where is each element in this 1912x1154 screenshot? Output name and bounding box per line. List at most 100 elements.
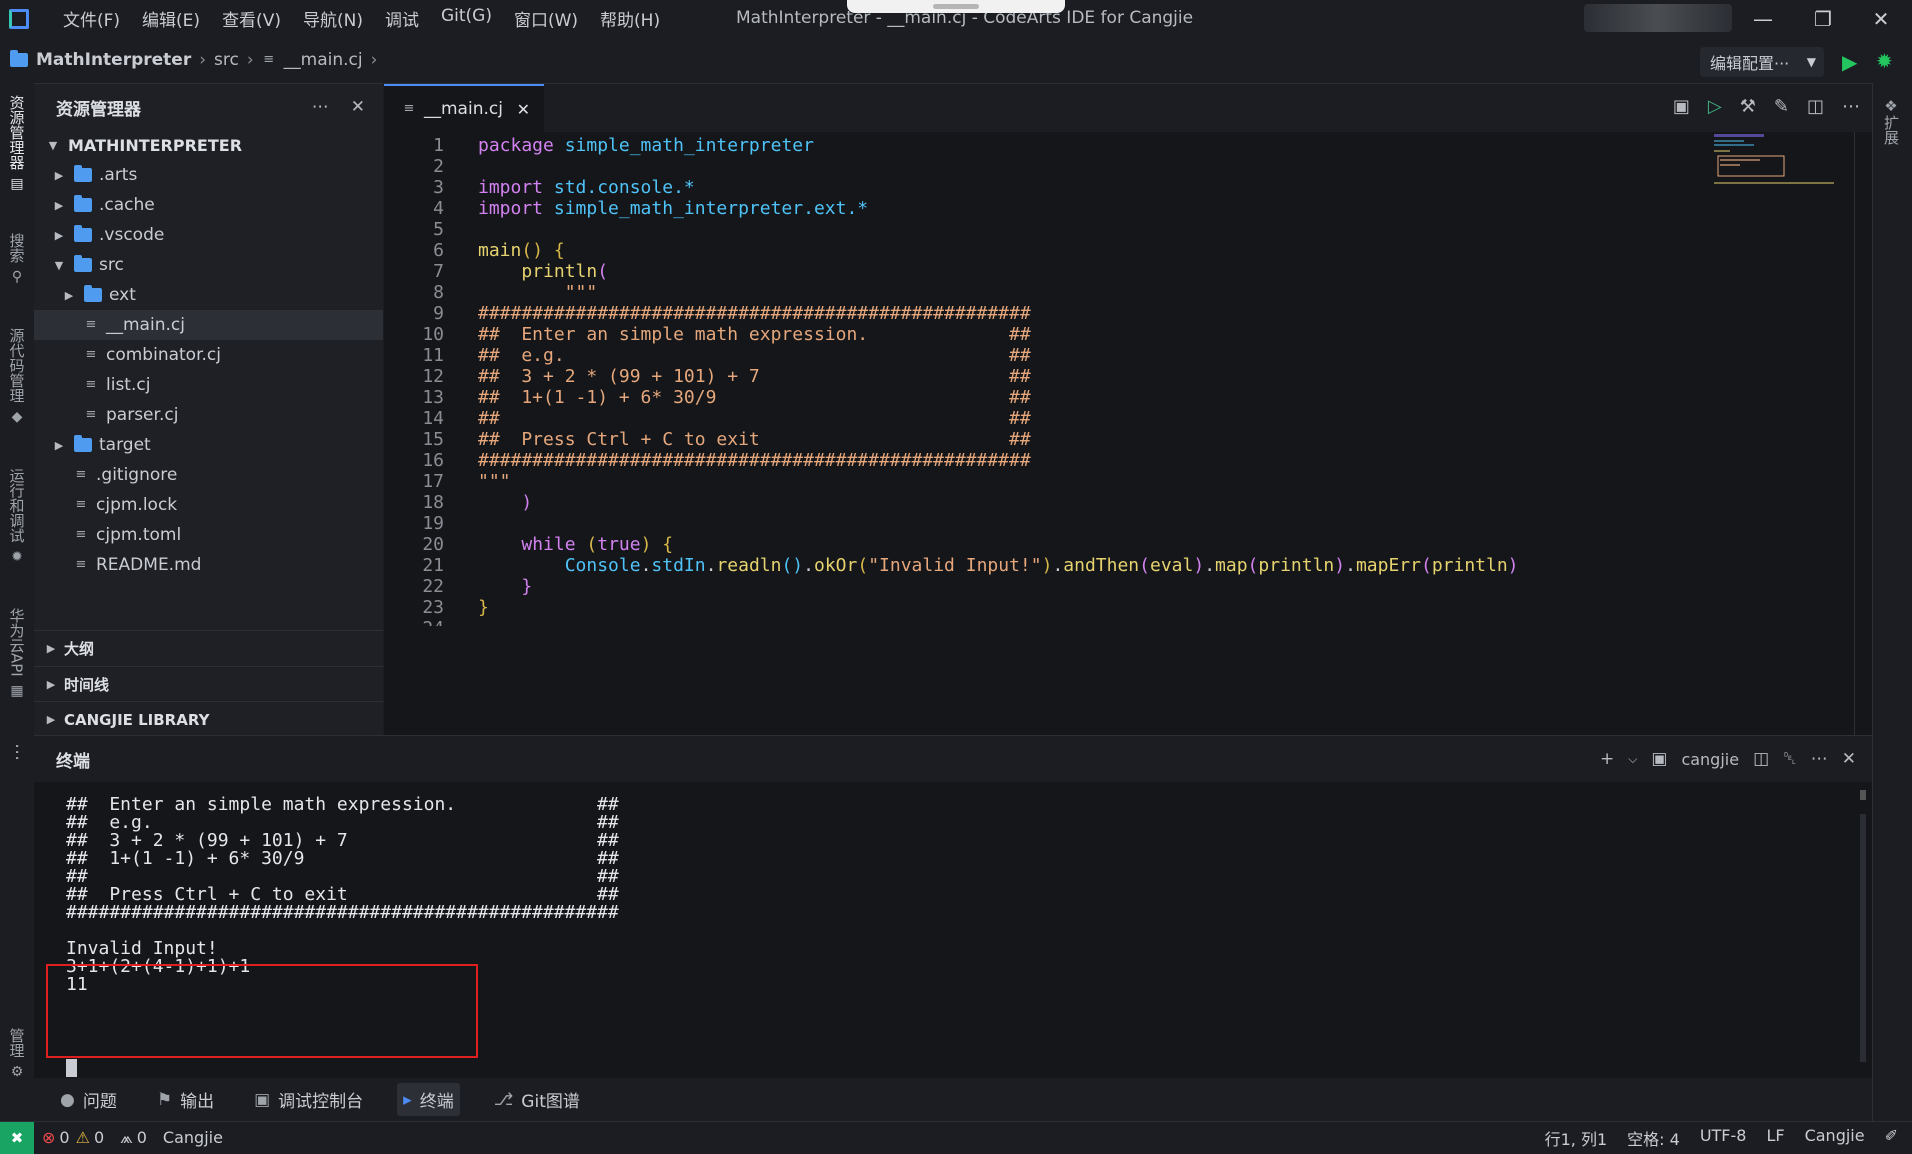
section-cangjie-library[interactable]: ▶ CANGJIE LIBRARY xyxy=(34,701,383,737)
section-timeline[interactable]: ▶ 时间线 xyxy=(34,666,383,702)
gear-icon: ⚙ xyxy=(10,1064,24,1080)
tree-folder[interactable]: ▶ .vscode xyxy=(34,220,383,250)
tree-file[interactable]: ≡ cjpm.lock xyxy=(34,490,383,520)
menu-item[interactable]: 调试 xyxy=(374,6,430,31)
build-icon[interactable]: ⚒ xyxy=(1740,96,1756,117)
more-actions-icon[interactable]: ⋯ xyxy=(312,97,329,117)
status-language-left[interactable]: Cangjie xyxy=(163,1128,223,1147)
tree-file[interactable]: ≡ parser.cj xyxy=(34,400,383,430)
project-folder-icon xyxy=(10,50,28,67)
activity-scm[interactable]: 源代码管理 ◆ xyxy=(4,328,30,425)
restore-button[interactable]: ❐ xyxy=(1792,0,1854,37)
encoding[interactable]: UTF-8 xyxy=(1700,1126,1747,1150)
more-actions-icon[interactable]: ⋯ xyxy=(1842,96,1860,117)
tree-folder[interactable]: ▶ target xyxy=(34,430,383,460)
tree-item-label: list.cj xyxy=(106,375,151,395)
code-token: . xyxy=(803,555,814,576)
close-window-button[interactable]: ✕ xyxy=(1850,0,1912,37)
panel-tab[interactable]: ⎇ Git图谱 xyxy=(488,1083,586,1116)
panel-tab[interactable]: ▣ 调试控制台 xyxy=(248,1083,369,1116)
extensions-tab[interactable]: ❖扩展 xyxy=(1881,97,1902,145)
more-actions-icon[interactable]: ⋯ xyxy=(1811,749,1828,769)
tree-folder[interactable]: ▶ .arts xyxy=(34,160,383,190)
tree-file[interactable]: ≡ cjpm.toml xyxy=(34,520,383,550)
panel-tab-label: 输出 xyxy=(180,1092,215,1112)
ports-count[interactable]: 0 xyxy=(137,1128,147,1147)
activity-explorer[interactable]: 资源管理器 ▤ xyxy=(4,95,30,192)
close-tab-icon[interactable]: ✕ xyxy=(517,100,530,119)
menu-item[interactable]: 帮助(H) xyxy=(589,6,671,31)
tree-file[interactable]: ≡ list.cj xyxy=(34,370,383,400)
code-text: ) xyxy=(478,492,532,513)
code-token: main xyxy=(478,240,522,261)
panel-tab[interactable]: ● 问题 xyxy=(54,1083,123,1116)
top-handle[interactable] xyxy=(847,0,1065,13)
menu-item[interactable]: 文件(F) xyxy=(52,6,131,31)
end-of-line[interactable]: LF xyxy=(1766,1126,1784,1150)
split-terminal-icon[interactable]: ◫ xyxy=(1753,749,1769,769)
tree-root[interactable]: ▼ MATHINTERPRETER xyxy=(34,130,383,160)
activity-run-debug[interactable]: 运行和调试 ✹ xyxy=(4,468,30,565)
terminal-icon: ▸ xyxy=(403,1089,412,1110)
tree-file[interactable]: ≡ __main.cj xyxy=(34,310,383,340)
cursor-position[interactable]: 行1, 列1 xyxy=(1545,1126,1608,1150)
activity-manage[interactable]: 管理 ⚙ xyxy=(4,1028,30,1080)
menu-item[interactable]: Git(G) xyxy=(430,6,503,31)
menu-item[interactable]: 编辑(E) xyxy=(131,6,211,31)
activity-huawei-api[interactable]: 华为云API ▦ xyxy=(4,608,30,699)
app-logo-icon xyxy=(0,0,38,37)
run-config-select[interactable]: 编辑配置··· ▼ xyxy=(1700,47,1824,77)
tree-file[interactable]: ≡ combinator.cj xyxy=(34,340,383,370)
tree-file[interactable]: ≡ README.md xyxy=(34,550,383,580)
edit-icon[interactable]: ✎ xyxy=(1774,96,1789,117)
panel-tab[interactable]: ▸ 终端 xyxy=(397,1083,460,1116)
notifications-icon[interactable]: ✐ xyxy=(1885,1126,1898,1150)
error-count[interactable]: 0 xyxy=(59,1128,69,1147)
editor-scrollbar[interactable] xyxy=(1854,132,1872,736)
account-area[interactable] xyxy=(1584,4,1732,32)
tree-file[interactable]: ≡ .gitignore xyxy=(34,460,383,490)
title-bar: 文件(F) 编辑(E) 查看(V) 导航(N) 调试 Git(G) 窗口(W) 帮助(H) M… xyxy=(0,0,1912,37)
minimize-button[interactable]: — xyxy=(1732,0,1794,37)
code-text: println( xyxy=(478,261,608,282)
split-editor-icon[interactable]: ◫ xyxy=(1807,96,1824,117)
terminal-scrollbar[interactable] xyxy=(1860,790,1866,1075)
folder-icon xyxy=(74,255,92,272)
preview-icon[interactable]: ▣ xyxy=(1673,96,1690,117)
run-file-icon[interactable]: ▷ xyxy=(1708,96,1722,117)
error-icon: ⊗ xyxy=(42,1128,56,1147)
trash-icon[interactable]: ␡ xyxy=(1783,749,1797,769)
close-icon[interactable]: ✕ xyxy=(351,97,365,117)
warning-count[interactable]: 0 xyxy=(94,1128,104,1147)
tab-main-cj[interactable]: ≡ __main.cj ✕ xyxy=(384,84,544,132)
minimap[interactable] xyxy=(1714,134,1834,204)
more-icon[interactable]: ⋯ xyxy=(4,743,30,761)
run-icon[interactable]: ▶ xyxy=(1842,50,1857,74)
close-panel-icon[interactable]: ✕ xyxy=(1842,749,1856,769)
breadcrumb-project[interactable]: MathInterpreter xyxy=(36,50,191,70)
section-outline[interactable]: ▶ 大纲 xyxy=(34,630,383,666)
code-token: package xyxy=(478,135,565,156)
code-area[interactable]: 1 package simple_math_interpreter 2 3 import… xyxy=(384,132,1872,736)
terminal-profile[interactable]: cangjie xyxy=(1681,750,1739,769)
breadcrumb-folder[interactable]: src xyxy=(214,50,239,70)
tree-folder[interactable]: ▼ src xyxy=(34,250,383,280)
tree-folder[interactable]: ▶ ext xyxy=(34,280,383,310)
menu-item[interactable]: 导航(N) xyxy=(292,6,374,31)
debug-icon[interactable]: ✹ xyxy=(1876,49,1893,73)
tree-folder[interactable]: ▶ .cache xyxy=(34,190,383,220)
language-mode[interactable]: Cangjie xyxy=(1805,1126,1865,1150)
panel-tab[interactable]: ⚑ 输出 xyxy=(151,1083,220,1116)
remote-icon[interactable]: ✖ xyxy=(0,1121,34,1154)
chevron-down-icon[interactable]: ⌵ xyxy=(1628,752,1637,767)
activity-search[interactable]: 搜索 ⚲ xyxy=(4,233,30,285)
terminal-profile-icon: ▣ xyxy=(1651,749,1668,769)
new-terminal-icon[interactable]: + xyxy=(1600,749,1614,769)
chevron-right-icon: ▶ xyxy=(46,713,56,726)
breadcrumb-file[interactable]: __main.cj xyxy=(284,50,363,70)
menu-item[interactable]: 查看(V) xyxy=(211,6,292,31)
menu-item[interactable]: 窗口(W) xyxy=(503,6,589,31)
indentation[interactable]: 空格: 4 xyxy=(1627,1126,1680,1150)
